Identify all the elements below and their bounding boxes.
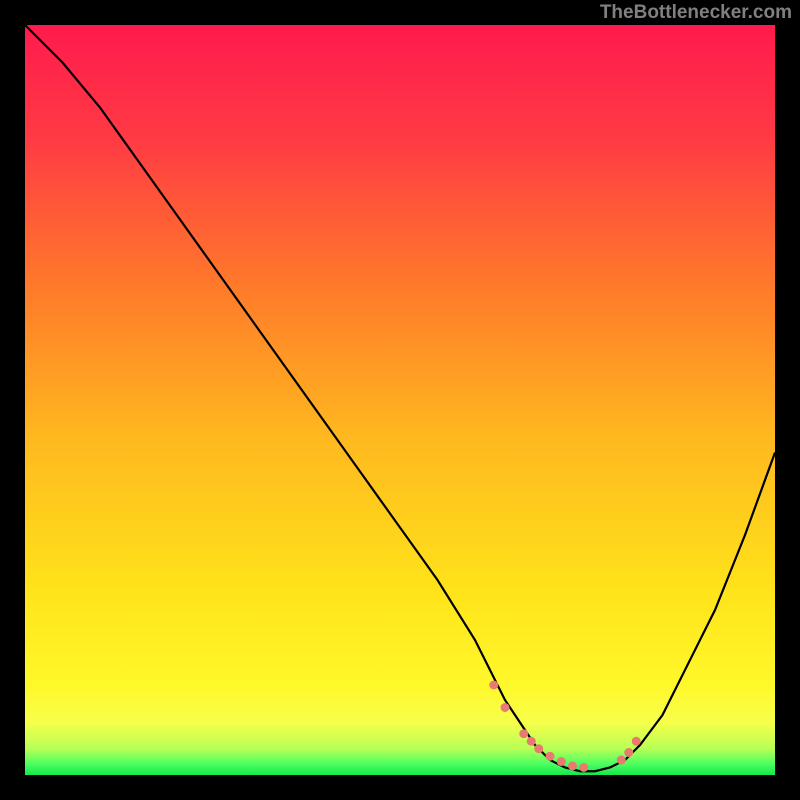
marker-point (501, 703, 510, 712)
marker-point (624, 748, 633, 757)
plot-area (25, 25, 775, 775)
marker-point (579, 763, 588, 772)
chart-svg (25, 25, 775, 775)
marker-point (527, 737, 536, 746)
marker-point (617, 756, 626, 765)
marker-point (534, 744, 543, 753)
marker-point (546, 752, 555, 761)
gradient-background (25, 25, 775, 775)
marker-point (568, 762, 577, 771)
marker-point (557, 757, 566, 766)
marker-point (489, 681, 498, 690)
marker-point (519, 729, 528, 738)
marker-point (632, 737, 641, 746)
watermark-text: TheBottlenecker.com (600, 2, 792, 24)
chart-container: TheBottlenecker.com (0, 0, 800, 800)
